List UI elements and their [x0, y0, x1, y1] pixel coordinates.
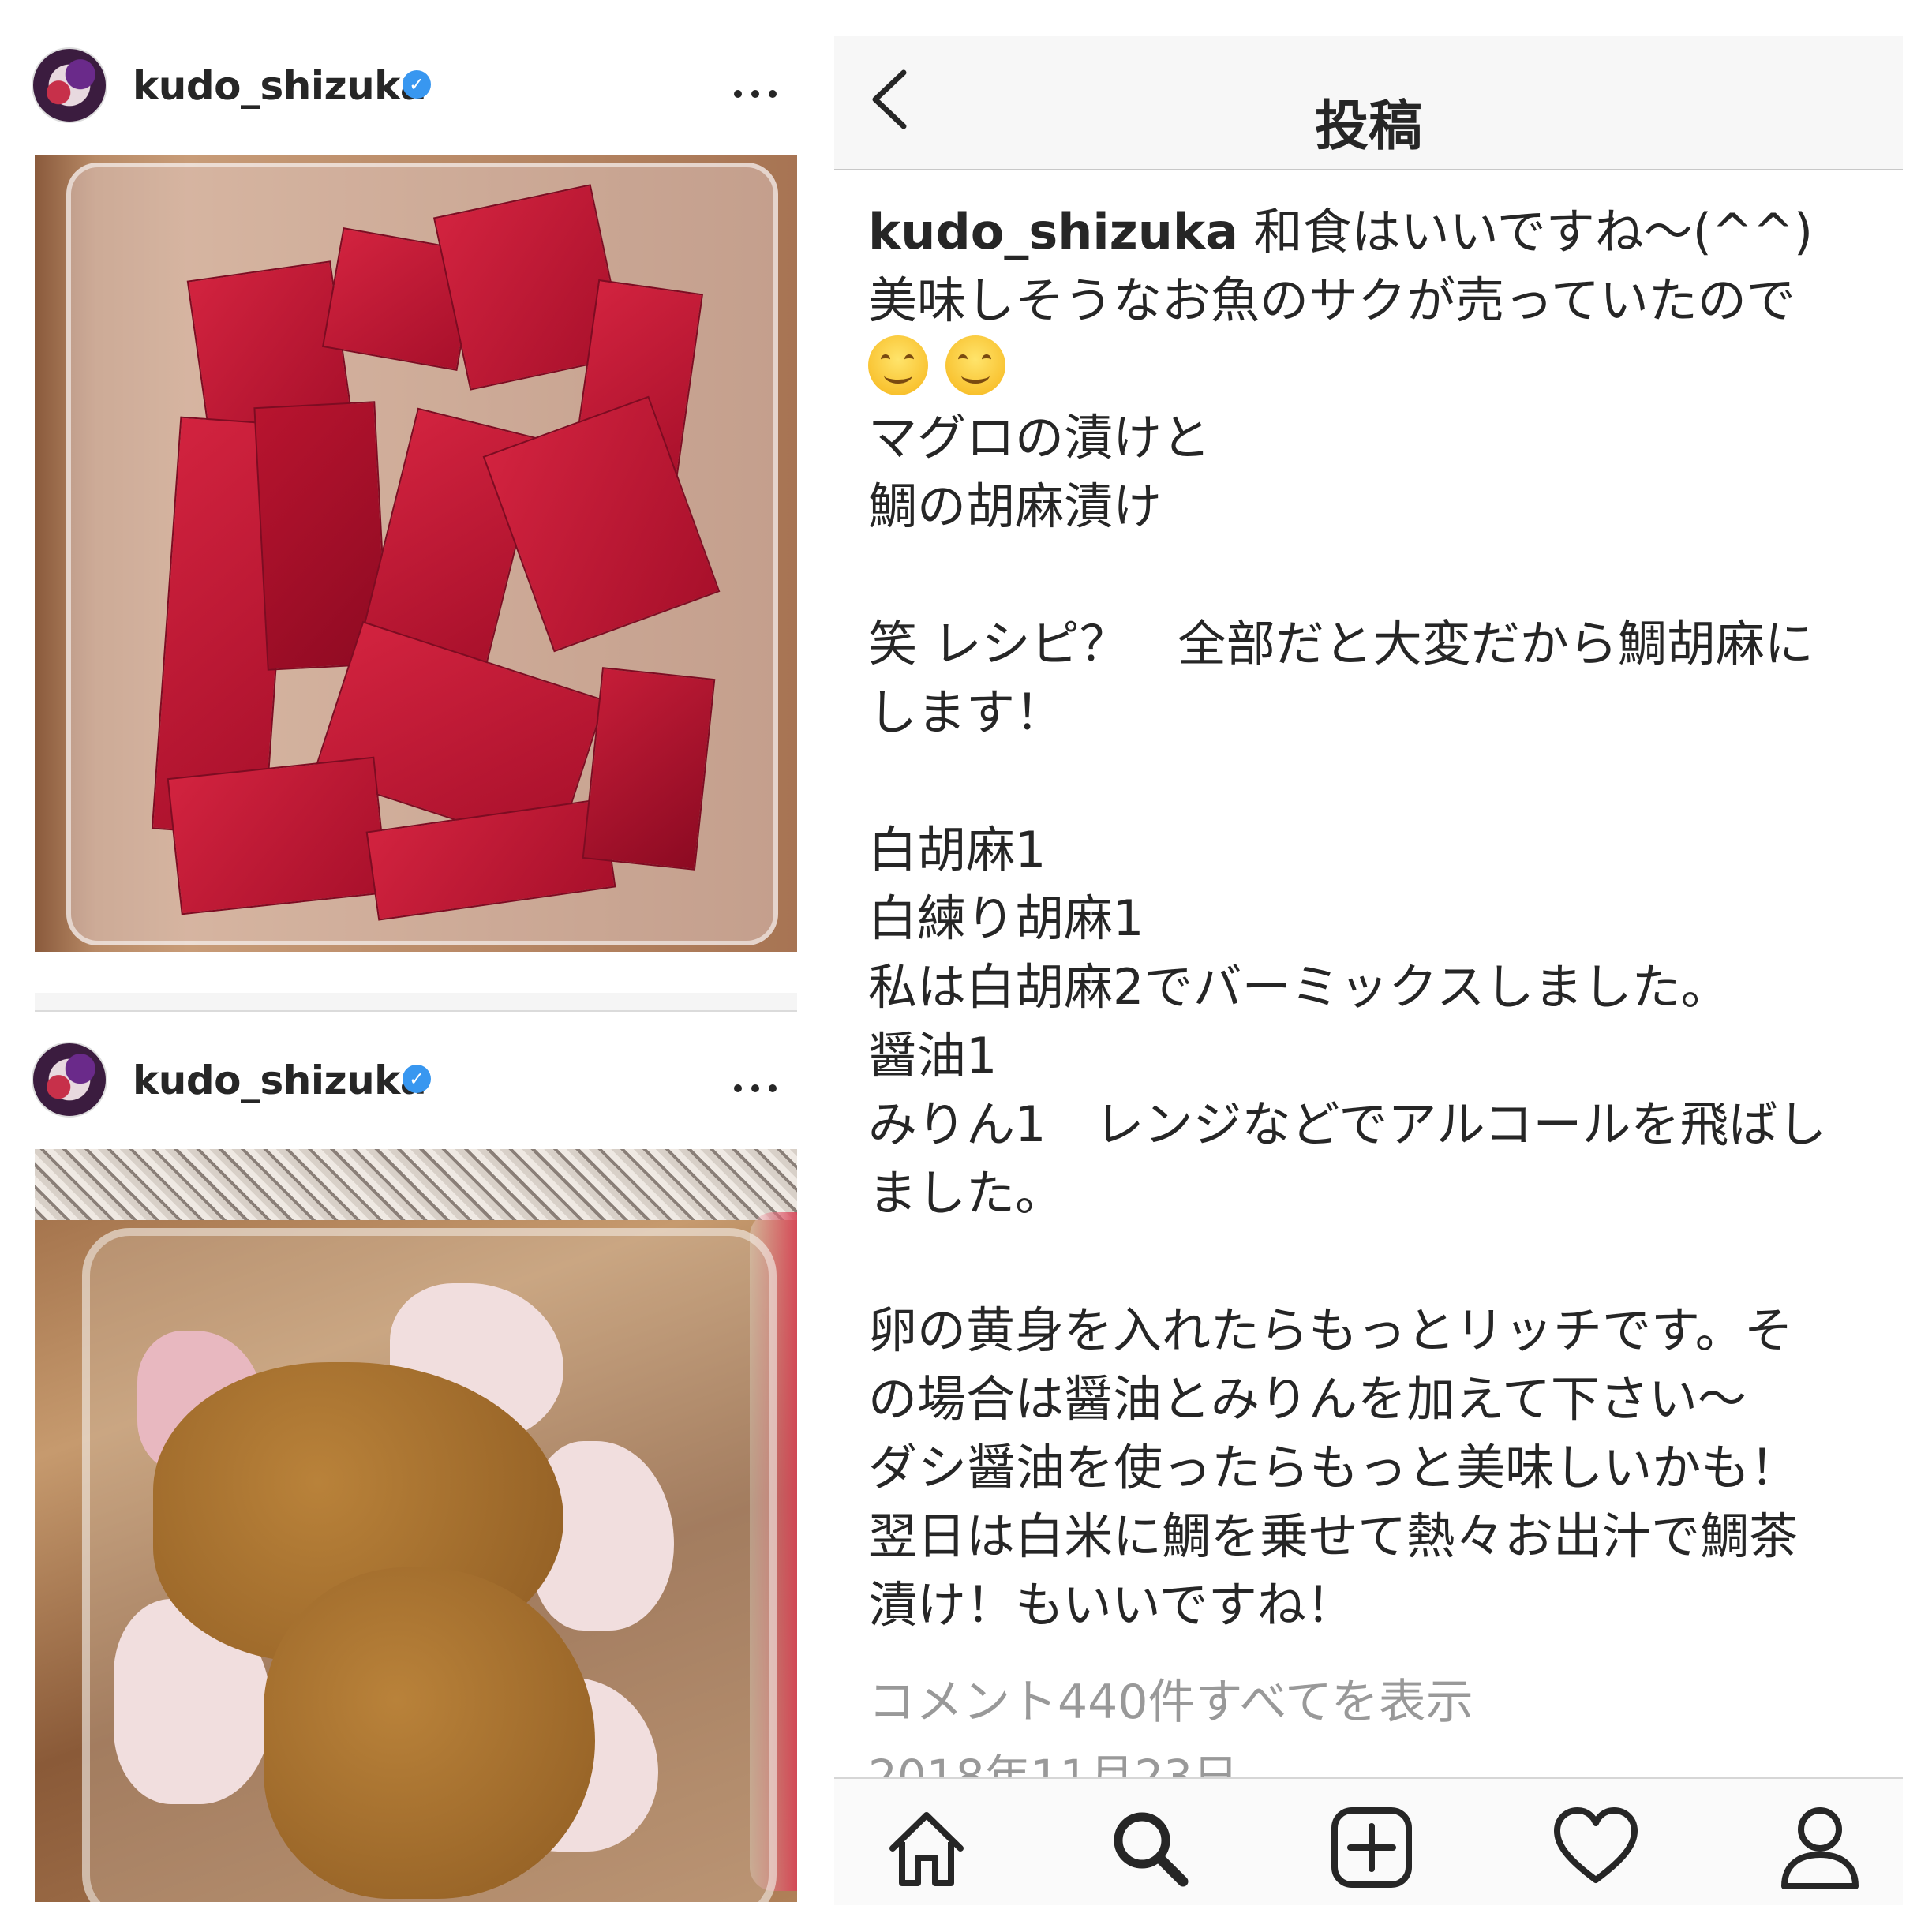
caption-line: 和食はいいですね〜(^^) — [1253, 203, 1814, 260]
verified-badge-icon: ✓ — [402, 1065, 431, 1093]
smiling-face-emoji-icon — [945, 335, 1005, 395]
post-1-photo[interactable] — [35, 155, 797, 952]
more-options-icon[interactable] — [734, 1081, 781, 1097]
caption-line: ました。 — [868, 1164, 1065, 1222]
caption-line: 漬け！もいいですね！ — [868, 1576, 1355, 1634]
post-2-username[interactable]: kudo_shizuka — [133, 1058, 427, 1103]
post-1-header: kudo_shizuka ✓ — [0, 33, 805, 123]
verified-badge-icon: ✓ — [402, 70, 431, 99]
caption-username[interactable]: kudo_shizuka — [868, 203, 1238, 260]
caption-line: ダシ醤油を使ったらもっと美味しいかも！ — [868, 1439, 1799, 1496]
more-options-icon[interactable] — [734, 87, 781, 103]
caption-line: マグロの漬けと — [868, 409, 1211, 466]
caption-line: 卵の黄身を入れたらもっとリッチです。そ — [868, 1301, 1793, 1359]
view-all-comments-link[interactable]: コメント440件すべてを表示 — [868, 1664, 1473, 1732]
caption-line: 鯛の胡麻漬け — [868, 477, 1163, 535]
caption-line: の場合は醤油とみりんを加えて下さい〜 — [868, 1370, 1747, 1428]
caption-line: 笑 レシピ？ 全部だと大変だから鯛胡麻に — [868, 615, 1814, 672]
home-icon[interactable] — [883, 1804, 970, 1891]
profile-icon[interactable] — [1777, 1804, 1863, 1891]
post-detail-header: 投稿 — [834, 36, 1903, 170]
post-caption: kudo_shizuka 和食はいいですね〜(^^) 美味しそうなお魚のサクが売っ… — [868, 197, 1886, 1639]
search-icon[interactable] — [1106, 1804, 1193, 1891]
new-post-icon[interactable] — [1328, 1804, 1415, 1891]
post-2-header: kudo_shizuka ✓ — [0, 1028, 805, 1118]
post-2-photo[interactable] — [35, 1149, 797, 1902]
caption-line: 私は白胡麻2でバーミックスしました。 — [868, 958, 1730, 1016]
activity-heart-icon[interactable] — [1552, 1804, 1639, 1891]
post-date-clip: 2018年11月23日 — [868, 1749, 1578, 1777]
caption-line: 白練り胡麻1 — [868, 889, 1144, 947]
bottom-tab-bar — [834, 1777, 1903, 1905]
smiling-face-emoji-icon — [868, 335, 928, 395]
caption-line: 白胡麻1 — [868, 821, 1046, 878]
post-separator — [35, 993, 797, 1012]
page-title: 投稿 — [1314, 95, 1422, 158]
caption-line: 美味しそうなお魚のサクが売っていたので — [868, 271, 1795, 329]
post-date: 2018年11月23日 — [868, 1750, 1239, 1777]
avatar[interactable] — [32, 1042, 107, 1118]
avatar[interactable] — [32, 47, 107, 123]
caption-line: します！ — [868, 683, 1065, 741]
caption-line: 醤油1 — [868, 1027, 998, 1084]
caption-line: みりん1 レンジなどでアルコールを飛ばし — [868, 1095, 1827, 1153]
post-1-username[interactable]: kudo_shizuka — [133, 63, 427, 109]
smiling-emoji-row — [868, 335, 1886, 403]
caption-line: 翌日は白米に鯛を乗せて熱々お出汁で鯛茶 — [868, 1507, 1799, 1565]
